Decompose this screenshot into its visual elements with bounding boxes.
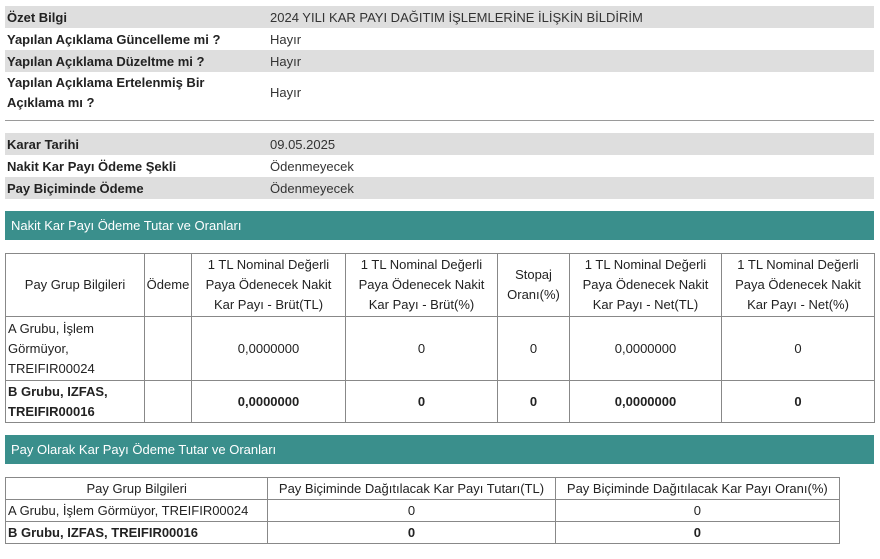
decision-date-value: 09.05.2025 [266, 133, 874, 155]
decision-table: Karar Tarihi 09.05.2025 Nakit Kar Payı Ö… [5, 133, 874, 199]
cash-payment-row: Nakit Kar Payı Ödeme Şekli Ödenmeyecek [5, 155, 874, 177]
col-header-stopaj: Stopaj Oranı(%) [497, 253, 570, 317]
amount-cell: 0 [267, 499, 556, 522]
decision-date-row: Karar Tarihi 09.05.2025 [5, 133, 874, 155]
net-tl-cell: 0,0000000 [569, 380, 722, 423]
net-pct-cell: 0 [721, 316, 875, 381]
payment-cell [144, 380, 192, 423]
amount-cell: 0 [267, 521, 556, 544]
decision-date-label: Karar Tarihi [5, 133, 266, 155]
share-payment-label: Pay Biçiminde Ödeme [5, 177, 266, 199]
gross-pct-cell: 0 [345, 380, 498, 423]
cash-payment-value: Ödenmeyecek [270, 158, 354, 174]
col-header-ratio: Pay Biçiminde Dağıtılacak Kar Payı Oranı… [554, 477, 841, 500]
col-header-net-pct: 1 TL Nominal Değerli Paya Ödenecek Nakit… [721, 253, 875, 317]
share-payment-value: Ödenmeyecek [266, 177, 874, 199]
table-header-row: Pay Grup Bilgileri Pay Biçiminde Dağıtıl… [4, 477, 841, 500]
group-cell: B Grubu, IZFAS, TREIFIR00016 [5, 380, 145, 423]
table-row: B Grubu, IZFAS, TREIFIR00016 0 0 [4, 521, 841, 544]
col-header-gross-tl: 1 TL Nominal Değerli Paya Ödenecek Nakit… [191, 253, 346, 317]
correction-value: Hayır [266, 50, 874, 72]
group-cell: B Grubu, IZFAS, TREIFIR00016 [4, 521, 269, 544]
ratio-cell: 0 [554, 499, 841, 522]
net-tl-cell: 0,0000000 [569, 316, 722, 381]
col-header-group: Pay Grup Bilgileri [4, 477, 269, 500]
summary-label: Özet Bilgi [5, 6, 266, 28]
cash-dividend-table: Pay Grup Bilgileri Ödeme 1 TL Nominal De… [5, 253, 875, 423]
payment-cell [144, 316, 192, 381]
correction-row: Yapılan Açıklama Düzeltme mi ? Hayır [5, 50, 874, 72]
stopaj-cell: 0 [497, 316, 570, 381]
deferred-label: Yapılan Açıklama Ertelenmiş Bir Açıklama… [7, 75, 205, 110]
cash-section-header: Nakit Kar Payı Ödeme Tutar ve Oranları [5, 211, 874, 240]
update-label: Yapılan Açıklama Güncelleme mi ? [7, 31, 221, 47]
col-header-group: Pay Grup Bilgileri [5, 253, 145, 317]
col-header-amount: Pay Biçiminde Dağıtılacak Kar Payı Tutar… [267, 477, 556, 500]
table-header-row: Pay Grup Bilgileri Ödeme 1 TL Nominal De… [5, 253, 875, 317]
deferred-value: Hayır [270, 85, 302, 100]
share-dividend-table: Pay Grup Bilgileri Pay Biçiminde Dağıtıl… [4, 477, 841, 544]
update-row: Yapılan Açıklama Güncelleme mi ? Hayır [5, 28, 874, 50]
group-cell: A Grubu, İşlem Görmüyor, TREIFIR00024 [5, 316, 145, 381]
summary-table: Özet Bilgi 2024 YILI KAR PAYI DAĞITIM İŞ… [5, 6, 874, 114]
share-payment-row: Pay Biçiminde Ödeme Ödenmeyecek [5, 177, 874, 199]
group-cell: A Grubu, İşlem Görmüyor, TREIFIR00024 [4, 499, 269, 522]
ratio-cell: 0 [554, 521, 841, 544]
gross-pct-cell: 0 [345, 316, 498, 381]
divider [5, 120, 874, 121]
disclosure-page: Özet Bilgi 2024 YILI KAR PAYI DAĞITIM İŞ… [4, 6, 875, 544]
stopaj-cell: 0 [497, 380, 570, 423]
table-row: A Grubu, İşlem Görmüyor, TREIFIR00024 0,… [5, 316, 875, 381]
col-header-net-tl: 1 TL Nominal Değerli Paya Ödenecek Nakit… [569, 253, 722, 317]
deferred-row: Yapılan Açıklama Ertelenmiş Bir Açıklama… [5, 72, 874, 114]
gross-tl-cell: 0,0000000 [191, 380, 346, 423]
col-header-gross-pct: 1 TL Nominal Değerli Paya Ödenecek Nakit… [345, 253, 498, 317]
gross-tl-cell: 0,0000000 [191, 316, 346, 381]
table-row: B Grubu, IZFAS, TREIFIR00016 0,0000000 0… [5, 380, 875, 423]
summary-row: Özet Bilgi 2024 YILI KAR PAYI DAĞITIM İŞ… [5, 6, 874, 28]
correction-label: Yapılan Açıklama Düzeltme mi ? [5, 50, 266, 72]
update-value: Hayır [270, 31, 302, 47]
cash-payment-label: Nakit Kar Payı Ödeme Şekli [7, 158, 177, 174]
summary-value: 2024 YILI KAR PAYI DAĞITIM İŞLEMLERİNE İ… [266, 6, 874, 28]
col-header-payment: Ödeme [144, 253, 192, 317]
table-row: A Grubu, İşlem Görmüyor, TREIFIR00024 0 … [4, 499, 841, 522]
net-pct-cell: 0 [721, 380, 875, 423]
share-section-header: Pay Olarak Kar Payı Ödeme Tutar ve Oranl… [5, 435, 874, 464]
